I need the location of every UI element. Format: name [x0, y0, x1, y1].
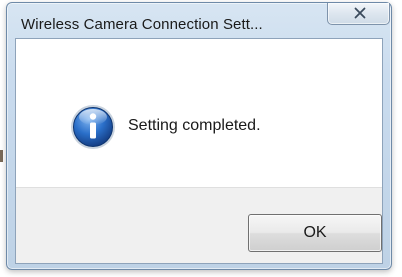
- ok-button[interactable]: OK: [248, 214, 382, 252]
- message-text: Setting completed.: [128, 117, 261, 134]
- information-icon: [71, 105, 115, 149]
- button-area: OK: [16, 187, 382, 263]
- dialog-body: Setting completed. OK: [15, 38, 383, 264]
- background-edge: [0, 150, 3, 162]
- window-title: Wireless Camera Connection Sett...: [21, 16, 263, 33]
- close-icon: [354, 7, 366, 19]
- title-bar[interactable]: Wireless Camera Connection Sett...: [7, 3, 391, 39]
- message-section: Setting completed.: [16, 39, 382, 187]
- message-dialog: Wireless Camera Connection Sett... Setti…: [6, 2, 392, 270]
- close-button[interactable]: [327, 3, 390, 25]
